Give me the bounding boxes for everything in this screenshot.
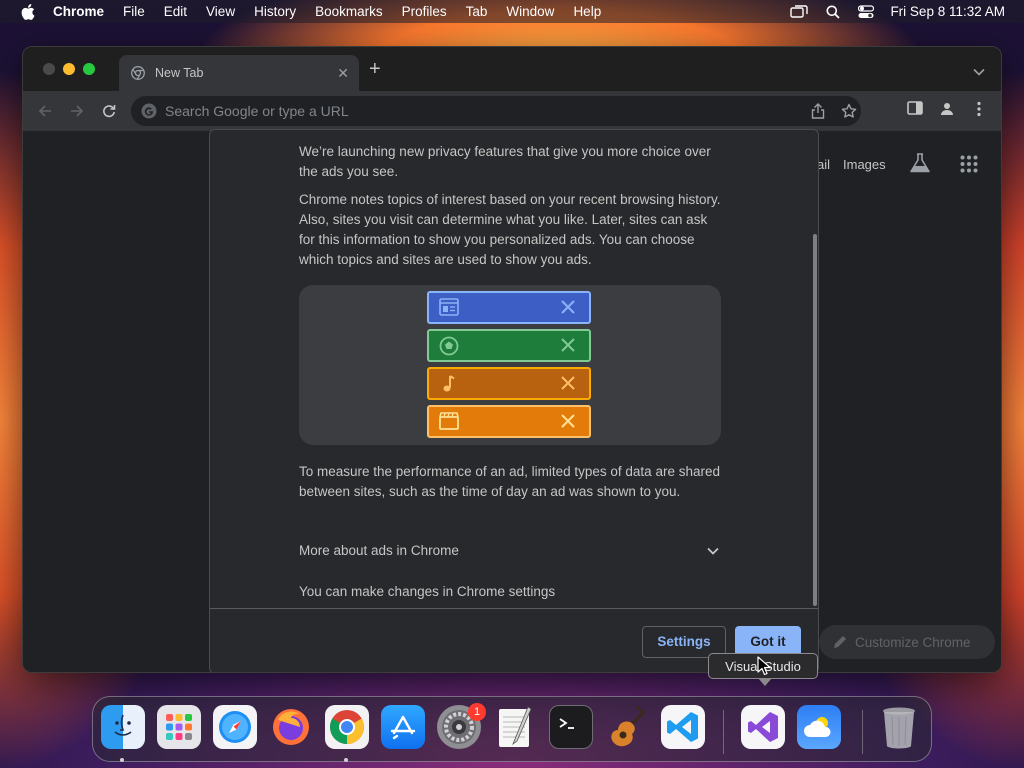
more-about-ads-expander[interactable]: More about ads in Chrome: [299, 539, 719, 563]
omnibox-input[interactable]: [165, 103, 665, 119]
google-chrome-icon[interactable]: [325, 705, 369, 749]
menu-bar: Chrome File Edit View History Bookmarks …: [0, 0, 1024, 23]
menu-help[interactable]: Help: [573, 4, 601, 19]
menu-file[interactable]: File: [123, 4, 145, 19]
soccer-ball-icon: [439, 336, 459, 356]
dialog-settings-note: You can make changes in Chrome settings: [299, 584, 556, 599]
music-note-icon: [439, 374, 459, 394]
share-icon[interactable]: [811, 96, 825, 126]
tab-title: New Tab: [155, 66, 204, 80]
weather-icon[interactable]: [797, 705, 841, 749]
images-link[interactable]: Images: [843, 157, 886, 172]
finder-running-indicator: [120, 758, 124, 762]
menu-history[interactable]: History: [254, 4, 296, 19]
menu-edit[interactable]: Edit: [164, 4, 187, 19]
control-center-icon[interactable]: [858, 4, 875, 19]
launchpad-icon[interactable]: [157, 705, 201, 749]
tab-search-chevron-icon[interactable]: [973, 63, 985, 81]
menu-tab[interactable]: Tab: [466, 4, 488, 19]
dialog-intro-text: We’re launching new privacy features tha…: [299, 144, 711, 179]
topic-chip-news: [427, 291, 591, 324]
mouse-cursor-icon: [757, 656, 771, 681]
dialog-scrollbar[interactable]: [810, 130, 818, 608]
chevron-down-icon: [707, 547, 719, 555]
chrome-favicon-icon: [131, 66, 145, 80]
topic-chip-sports: [427, 329, 591, 362]
menu-profiles[interactable]: Profiles: [402, 4, 447, 19]
chrome-running-indicator: [344, 758, 348, 762]
clapperboard-icon: [439, 412, 459, 430]
trash-icon[interactable]: [877, 705, 921, 749]
google-apps-grid-icon[interactable]: [960, 155, 978, 176]
ad-topics-illustration: [299, 285, 721, 445]
pencil-icon: [833, 635, 847, 649]
news-icon: [439, 298, 459, 316]
side-panel-icon[interactable]: [907, 101, 923, 115]
garageband-icon[interactable]: [605, 705, 649, 749]
tab-strip: New Tab ✕ +: [23, 47, 1001, 91]
dock-separator: [723, 710, 724, 754]
dock-separator: [862, 710, 863, 754]
topic-chip-music: [427, 367, 591, 400]
dialog-measure-text: To measure the performance of an ad, lim…: [299, 464, 720, 499]
menu-window[interactable]: Window: [506, 4, 554, 19]
privacy-sandbox-dialog: We’re launching new privacy features tha…: [209, 129, 819, 672]
menu-clock[interactable]: Fri Sep 8 11:32 AM: [890, 4, 1005, 19]
dialog-divider: [210, 608, 818, 609]
menu-app-name[interactable]: Chrome: [53, 4, 104, 19]
customize-chrome-label: Customize Chrome: [855, 634, 971, 650]
settings-notification-badge: 1: [468, 703, 486, 721]
remove-topic-icon: [559, 336, 577, 354]
window-close-button[interactable]: [43, 63, 55, 75]
terminal-icon[interactable]: [549, 705, 593, 749]
safari-icon[interactable]: [213, 705, 257, 749]
omnibox[interactable]: [131, 96, 861, 126]
topic-chip-movies: [427, 405, 591, 438]
window-minimize-button[interactable]: [63, 63, 75, 75]
google-g-icon: [141, 103, 157, 119]
apple-menu-icon[interactable]: [19, 3, 37, 21]
chrome-window: New Tab ✕ + Search Google or type a URL …: [22, 46, 1002, 673]
labs-flask-icon[interactable]: [909, 153, 931, 176]
bookmark-star-icon[interactable]: [841, 96, 857, 126]
firefox-icon[interactable]: [269, 705, 313, 749]
back-arrow-icon[interactable]: [35, 101, 55, 121]
customize-chrome-button[interactable]: Customize Chrome: [819, 625, 995, 659]
screen-mirroring-icon[interactable]: [790, 4, 809, 19]
new-tab-button[interactable]: +: [369, 59, 381, 79]
visual-studio-code-icon[interactable]: [661, 705, 705, 749]
remove-topic-icon: [559, 298, 577, 316]
menu-bookmarks[interactable]: Bookmarks: [315, 4, 383, 19]
chrome-menu-icon[interactable]: [977, 101, 981, 117]
finder-icon[interactable]: [101, 705, 145, 749]
browser-toolbar: [23, 91, 1001, 131]
window-maximize-button[interactable]: [83, 63, 95, 75]
dock: [92, 696, 932, 762]
visual-studio-icon[interactable]: [741, 705, 785, 749]
textedit-icon[interactable]: [493, 705, 537, 749]
menu-view[interactable]: View: [206, 4, 235, 19]
tab-close-icon[interactable]: ✕: [337, 65, 349, 82]
dialog-scrollbar-thumb[interactable]: [813, 234, 817, 606]
forward-arrow-icon[interactable]: [67, 101, 87, 121]
remove-topic-icon: [559, 374, 577, 392]
profile-avatar-icon[interactable]: [939, 101, 955, 117]
spotlight-search-icon[interactable]: [826, 5, 841, 19]
more-about-ads-label: More about ads in Chrome: [299, 543, 459, 558]
remove-topic-icon: [559, 412, 577, 430]
tab-new-tab[interactable]: New Tab ✕: [119, 55, 359, 91]
dialog-topics-text: Chrome notes topics of interest based on…: [299, 192, 721, 267]
app-store-icon[interactable]: [381, 705, 425, 749]
reload-icon[interactable]: [99, 101, 119, 121]
